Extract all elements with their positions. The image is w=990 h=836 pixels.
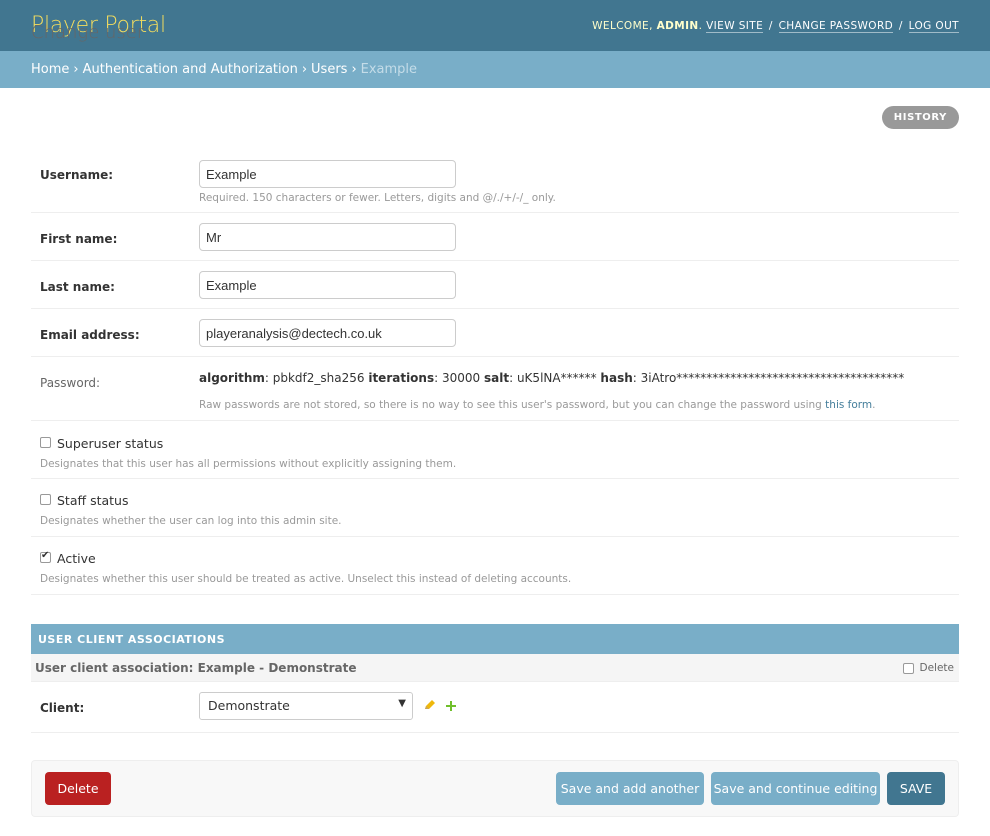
password-row: Password: algorithm: pbkdf2_sha256 itera… xyxy=(31,357,959,421)
superuser-label[interactable]: Superuser status xyxy=(57,436,163,451)
inline-delete[interactable]: Delete xyxy=(902,662,954,674)
last-name-field[interactable] xyxy=(199,271,456,299)
view-site-link[interactable]: VIEW SITE xyxy=(706,19,764,33)
breadcrumb-app[interactable]: Authentication and Authorization xyxy=(83,62,298,77)
save-button[interactable]: SAVE xyxy=(887,772,945,805)
client-select[interactable]: Demonstrate ▼ xyxy=(199,692,413,720)
edit-pencil-icon[interactable] xyxy=(423,698,437,712)
breadcrumb-current: Example xyxy=(360,62,418,77)
header: Player Portal WELCOME, ADMIN. VIEW SITE … xyxy=(0,0,990,51)
dropdown-caret-icon: ▼ xyxy=(398,698,406,709)
staff-label[interactable]: Staff status xyxy=(57,493,129,508)
page-title: Change user xyxy=(31,22,145,43)
password-help: Raw passwords are not stored, so there i… xyxy=(199,399,876,411)
inline-delete-checkbox[interactable] xyxy=(902,662,914,674)
superuser-checkbox[interactable] xyxy=(40,437,51,448)
superuser-row: Superuser status Designates that this us… xyxy=(31,421,959,479)
password-hash-summary: algorithm: pbkdf2_sha256 iterations: 300… xyxy=(199,371,905,385)
active-label[interactable]: Active xyxy=(57,551,96,566)
client-row: Client: Demonstrate ▼ xyxy=(31,682,959,733)
breadcrumb-home[interactable]: Home xyxy=(31,62,69,77)
save-and-continue-button[interactable]: Save and continue editing xyxy=(711,772,880,805)
password-label: Password: xyxy=(40,376,101,390)
first-name-label: First name: xyxy=(40,232,118,246)
active-checkbox[interactable] xyxy=(40,550,51,563)
email-row: Email address: xyxy=(31,309,959,357)
welcome-text: WELCOME, xyxy=(592,19,653,32)
superuser-help: Designates that this user has all permis… xyxy=(40,458,457,470)
username-display: ADMIN xyxy=(656,19,699,32)
first-name-field[interactable] xyxy=(199,223,456,251)
save-and-add-another-button[interactable]: Save and add another xyxy=(556,772,704,805)
user-form: Username: Required. 150 characters or fe… xyxy=(31,149,959,595)
staff-row: Staff status Designates whether the user… xyxy=(31,479,959,537)
submit-row: Delete Save and add another Save and con… xyxy=(31,760,959,817)
breadcrumb: Home › Authentication and Authorization … xyxy=(0,51,990,88)
last-name-label: Last name: xyxy=(40,280,115,294)
staff-help: Designates whether the user can log into… xyxy=(40,515,342,527)
delete-button[interactable]: Delete xyxy=(45,772,111,805)
last-name-row: Last name: xyxy=(31,261,959,309)
inline-heading: USER CLIENT ASSOCIATIONS xyxy=(31,624,959,654)
email-field[interactable] xyxy=(199,319,456,347)
client-label: Client: xyxy=(40,701,85,715)
change-password-form-link[interactable]: this form xyxy=(825,399,872,411)
first-name-row: First name: xyxy=(31,213,959,261)
staff-checkbox[interactable] xyxy=(40,494,51,505)
user-tools: WELCOME, ADMIN. VIEW SITE / CHANGE PASSW… xyxy=(592,19,959,33)
breadcrumb-model[interactable]: Users xyxy=(311,62,347,77)
username-row: Username: Required. 150 characters or fe… xyxy=(31,149,959,213)
username-label: Username: xyxy=(40,168,114,182)
active-row: Active Designates whether this user shou… xyxy=(31,537,959,595)
username-field[interactable] xyxy=(199,160,456,188)
change-password-link[interactable]: CHANGE PASSWORD xyxy=(778,19,894,33)
log-out-link[interactable]: LOG OUT xyxy=(908,19,959,33)
inline-item-title: User client association: Example - Demon… xyxy=(31,654,959,682)
user-client-associations: USER CLIENT ASSOCIATIONS User client ass… xyxy=(31,624,959,733)
add-plus-icon[interactable] xyxy=(445,700,457,712)
history-button[interactable]: HISTORY xyxy=(881,106,959,129)
username-help: Required. 150 characters or fewer. Lette… xyxy=(199,192,556,204)
email-label: Email address: xyxy=(40,328,140,342)
active-help: Designates whether this user should be t… xyxy=(40,573,572,585)
